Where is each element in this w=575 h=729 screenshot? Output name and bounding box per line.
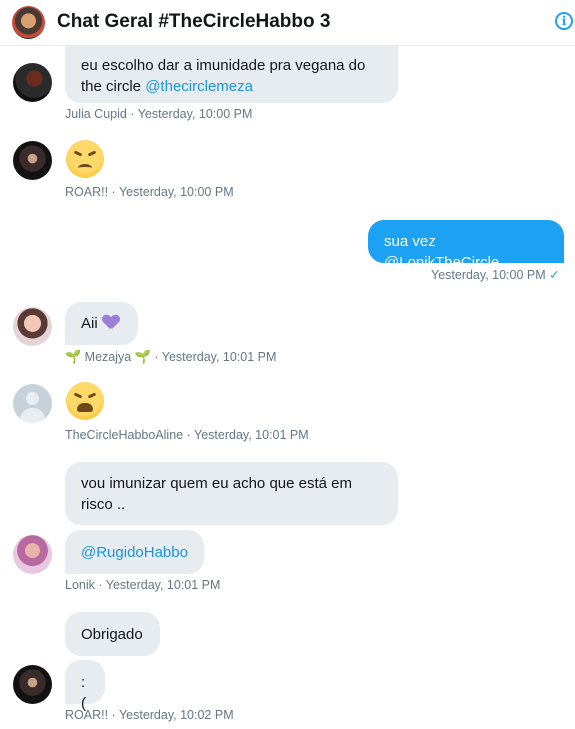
message-text: :( bbox=[81, 674, 86, 712]
message-bubble: Obrigado bbox=[65, 612, 160, 656]
purple-heart-emoji bbox=[103, 315, 119, 329]
sender-name[interactable]: TheCircleHabboAline bbox=[65, 428, 183, 442]
avatar[interactable] bbox=[13, 384, 52, 423]
message-bubble: @RugidoHabbo bbox=[65, 530, 204, 574]
message-bubble: vou imunizar quem eu acho que está em ri… bbox=[65, 462, 398, 525]
message-bubble: eu escolho dar a imunidade pra vegana do… bbox=[65, 46, 398, 103]
conversation-title: Chat Geral #TheCircleHabbo 3 bbox=[57, 11, 331, 32]
weary-face-emoji bbox=[66, 382, 104, 420]
avatar[interactable] bbox=[13, 141, 52, 180]
message-meta: 🌱 Mezajya 🌱 · Yesterday, 10:01 PM bbox=[65, 349, 277, 364]
timestamp: Yesterday, 10:01 PM bbox=[194, 428, 309, 442]
seedling-emoji: 🌱 bbox=[134, 349, 151, 364]
timestamp: Yesterday, 10:00 PM bbox=[137, 107, 253, 121]
avatar[interactable] bbox=[13, 665, 52, 704]
avatar[interactable] bbox=[13, 307, 52, 346]
message-bubble: sua vez @LonikTheCircle bbox=[368, 220, 564, 271]
message-meta: ROAR!! · Yesterday, 10:00 PM bbox=[65, 185, 234, 199]
message-meta: Yesterday, 10:00 PM ✓ bbox=[431, 267, 560, 282]
message-text: Obrigado bbox=[81, 626, 143, 643]
message-text: Aii bbox=[81, 315, 98, 332]
info-icon[interactable]: i bbox=[555, 12, 573, 30]
message-meta: Julia Cupid · Yesterday, 10:00 PM bbox=[65, 107, 253, 121]
sender-name[interactable]: Lonik bbox=[65, 578, 95, 592]
message-meta: Lonik · Yesterday, 10:01 PM bbox=[65, 578, 221, 592]
timestamp: Yesterday, 10:02 PM bbox=[118, 708, 234, 722]
message-meta: TheCircleHabboAline · Yesterday, 10:01 P… bbox=[65, 428, 309, 442]
avatar[interactable] bbox=[13, 63, 52, 102]
sender-name[interactable]: ROAR!! bbox=[65, 708, 108, 722]
sender-name[interactable]: ROAR!! bbox=[65, 185, 108, 199]
sender-name[interactable]: Mezajya bbox=[85, 350, 132, 364]
message-text: vou imunizar quem eu acho que está em ri… bbox=[81, 475, 352, 513]
timestamp: Yesterday, 10:01 PM bbox=[161, 350, 277, 364]
sender-name[interactable]: Julia Cupid bbox=[65, 107, 127, 121]
timestamp: Yesterday, 10:00 PM bbox=[431, 268, 546, 282]
message-meta: ROAR!! · Yesterday, 10:02 PM bbox=[65, 708, 234, 722]
timestamp: Yesterday, 10:00 PM bbox=[118, 185, 234, 199]
group-avatar[interactable] bbox=[12, 6, 45, 39]
chat-header: Chat Geral #TheCircleHabbo 3 i bbox=[0, 0, 575, 46]
timestamp: Yesterday, 10:01 PM bbox=[105, 578, 221, 592]
message-bubble: Aii bbox=[65, 302, 138, 345]
check-icon: ✓ bbox=[549, 268, 560, 282]
tired-face-emoji bbox=[66, 140, 104, 178]
mention-link[interactable]: @thecirclemeza bbox=[145, 78, 253, 95]
mention-link[interactable]: @RugidoHabbo bbox=[81, 544, 188, 561]
avatar[interactable] bbox=[13, 535, 52, 574]
seedling-emoji: 🌱 bbox=[65, 349, 82, 364]
message-bubble: :( bbox=[65, 660, 105, 712]
message-text: sua vez @LonikTheCircle bbox=[384, 233, 500, 271]
